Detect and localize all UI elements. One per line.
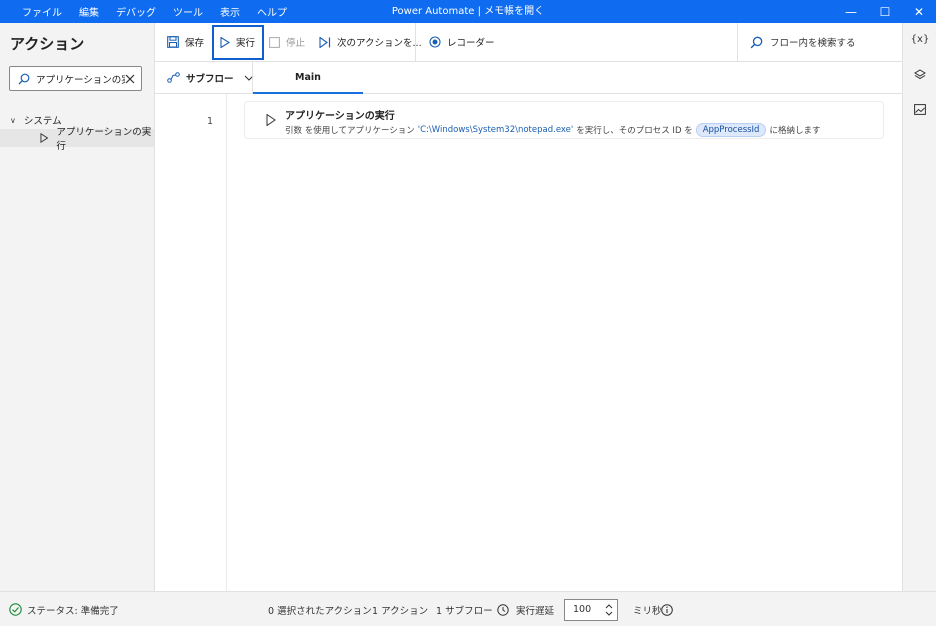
status-text: ステータス: 準備完了 [27,605,119,617]
actions-count: 1 アクション [372,605,429,617]
variable-pill[interactable]: AppProcessId [695,123,767,137]
actions-search-input[interactable]: アプリケーションの実 [9,66,142,91]
action-title: アプリケーションの実行 [285,111,395,122]
chevron-down-icon: ∨ [10,115,16,125]
tab-main[interactable]: Main [253,62,363,94]
tree-item-label: アプリケーションの実行 [56,127,152,152]
menu-help[interactable]: ヘルプ [257,4,287,19]
check-circle-icon [9,603,22,616]
run-label: 実行 [236,38,256,49]
window-controls: — ☐ ✕ [834,0,936,23]
run-delay-input[interactable]: 100 [564,598,618,621]
run-next-action-label: 次のアクションを... [337,38,422,49]
run-delay-unit: ミリ秒 [633,605,662,617]
action-description: 引数 を使用してアプリケーション 'C:\Windows\System32\no… [285,123,820,137]
stop-button[interactable]: 停止 [269,30,305,54]
minimize-button[interactable]: — [834,0,868,23]
spinner-icon[interactable] [605,603,613,617]
subflow-dropdown[interactable]: サブフロー [167,62,254,93]
recorder-button[interactable]: レコーダー [429,30,495,54]
play-icon [220,36,230,48]
save-icon [167,36,179,48]
menu-tools[interactable]: ツール [173,4,203,19]
recorder-icon [429,36,441,48]
menu-file[interactable]: ファイル [22,4,62,19]
info-icon[interactable] [661,592,673,626]
close-icon[interactable] [125,74,135,84]
selected-actions-count: 0 選択されたアクション [268,605,372,617]
line-gutter: 1 [155,94,227,591]
clock-icon [497,603,509,616]
layers-icon[interactable] [903,69,936,84]
action-step-run-application[interactable]: アプリケーションの実行 引数 を使用してアプリケーション 'C:\Windows… [244,101,884,139]
flow-search-placeholder: フロー内を検索する [770,38,856,49]
next-action-icon [319,36,331,48]
save-label: 保存 [185,38,205,49]
play-icon [40,133,49,143]
maximize-button[interactable]: ☐ [868,0,902,23]
menu-view[interactable]: 表示 [220,4,240,19]
play-icon [266,114,276,126]
search-icon [18,73,30,84]
menu-bar: ファイル 編集 デバッグ ツール 表示 ヘルプ [22,0,304,23]
flow-editor: 1 アプリケーションの実行 引数 を使用してアプリケーション 'C:\Windo… [155,94,902,591]
run-delay-text: 実行遅延 [516,605,555,617]
subflows-count: 1 サブフロー [436,605,493,617]
action-desc-suffix: に格納します [769,126,821,136]
menu-debug[interactable]: デバッグ [116,4,156,19]
tree-item-run-application[interactable]: アプリケーションの実行 [0,127,154,152]
run-next-action-button[interactable]: 次のアクションを... [319,30,422,54]
menu-edit[interactable]: 編集 [79,4,99,19]
tabs-row: サブフロー Main [155,62,902,94]
line-number: 1 [206,116,213,127]
status-bar: ステータス: 準備完了 0 選択されたアクション 1 アクション 1 サブフロー… [0,591,936,626]
stop-label: 停止 [286,38,306,49]
subflow-label: サブフロー [186,73,234,85]
tree-group-system[interactable]: ∨ システム [10,113,62,128]
flow-search-input[interactable]: フロー内を検索する [737,23,902,61]
variables-icon[interactable]: {x} [903,34,936,45]
run-delay-value: 100 [573,604,592,615]
run-delay-label: 実行遅延 [497,592,554,626]
action-desc-prefix: 引数 を使用してアプリケーション [285,126,415,136]
images-icon[interactable] [903,104,936,118]
actions-search-value: アプリケーションの実 [36,74,125,86]
actions-panel-title: アクション [10,35,85,53]
status-indicator: ステータス: 準備完了 [9,592,119,626]
recorder-label: レコーダー [447,38,495,49]
action-desc-path: 'C:\Windows\System32\notepad.exe' [417,125,574,135]
title-bar: Power Automate | メモ帳を開く ファイル 編集 デバッグ ツール… [0,0,936,23]
action-desc-mid: を実行し、そのプロセス ID を [576,126,693,136]
toolbar-divider [415,23,416,61]
toolbar: 保存 実行 停止 次のアクションを... レコーダー フロー内を検索する [155,23,902,62]
close-window-button[interactable]: ✕ [902,0,936,23]
run-button[interactable]: 実行 [220,30,255,54]
stop-icon [269,36,280,48]
save-button[interactable]: 保存 [167,30,204,54]
right-rail: {x} [902,23,936,591]
search-icon [750,36,763,48]
actions-panel: アクション アプリケーションの実 ∨ システム アプリケーションの実行 [0,23,155,591]
subflow-icon [167,72,180,83]
run-delay-field: 100 [564,592,618,626]
